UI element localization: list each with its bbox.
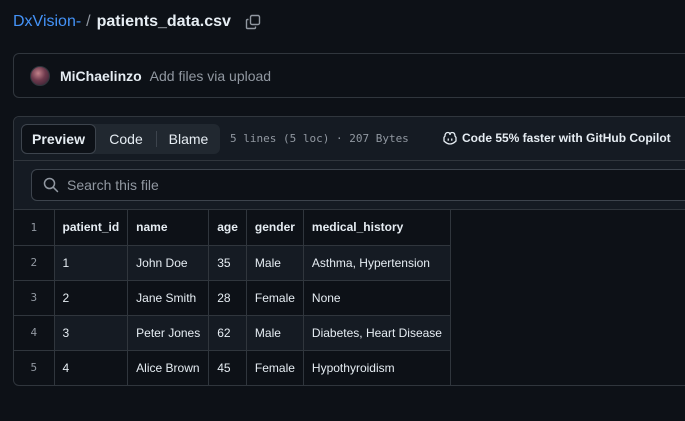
column-header: name [127, 210, 210, 246]
breadcrumb-separator: / [86, 13, 91, 30]
table-cell: Male [245, 314, 304, 351]
tab-code[interactable]: Code [96, 131, 157, 147]
search-box [31, 169, 685, 201]
table-cell: 45 [208, 349, 247, 385]
line-number[interactable]: 2 [14, 244, 55, 281]
table-cell: Diabetes, Heart Disease [302, 314, 451, 351]
search-input[interactable] [67, 177, 667, 193]
table-cell: Jane Smith [127, 279, 210, 316]
table-cell: 28 [208, 279, 247, 316]
search-bar [14, 161, 685, 210]
table-cell: Male [245, 244, 304, 281]
file-meta: 5 lines (5 loc) · 207 Bytes [230, 132, 409, 145]
commit-message[interactable]: Add files via upload [150, 68, 271, 84]
tab-preview[interactable]: Preview [21, 124, 96, 154]
table-cell: Peter Jones [127, 314, 210, 351]
repo-link[interactable]: DxVision- [13, 13, 81, 31]
line-number[interactable]: 5 [14, 349, 55, 385]
line-number[interactable]: 3 [14, 279, 55, 316]
breadcrumb: DxVision- / patients_data.csv [13, 11, 262, 33]
table-row: 2 1 John Doe 35 Male Asthma, Hypertensio… [14, 244, 451, 281]
avatar[interactable] [30, 65, 50, 86]
tab-blame[interactable]: Blame [157, 124, 220, 154]
column-header: medical_history [302, 210, 451, 246]
copy-path-button[interactable] [244, 13, 262, 31]
view-mode-switch: Preview Code Blame [21, 124, 220, 154]
column-header: age [208, 210, 247, 246]
search-icon [43, 177, 59, 193]
table-cell: None [302, 279, 451, 316]
table-cell: 1 [53, 244, 129, 281]
file-viewer: Preview Code Blame 5 lines (5 loc) · 207… [13, 116, 685, 386]
column-header: patient_id [53, 210, 129, 246]
table-cell: Female [245, 279, 304, 316]
copilot-text: Code 55% faster with GitHub Copilot [462, 131, 671, 145]
table-cell: 2 [53, 279, 129, 316]
commit-author[interactable]: MiChaelinzo [60, 68, 142, 84]
latest-commit-bar: MiChaelinzo Add files via upload [13, 53, 685, 98]
file-name: patients_data.csv [96, 13, 231, 30]
table-cell: Female [245, 349, 304, 385]
line-number[interactable]: 1 [14, 210, 55, 246]
table-cell: Alice Brown [127, 349, 210, 385]
copy-icon [245, 14, 261, 30]
table-cell: 4 [53, 349, 129, 385]
table-cell: 62 [208, 314, 247, 351]
table-cell: 3 [53, 314, 129, 351]
csv-table: 1 patient_id name age gender medical_his… [14, 210, 451, 385]
table-header-row: 1 patient_id name age gender medical_his… [14, 210, 451, 246]
table-cell: Asthma, Hypertension [302, 244, 451, 281]
copilot-link[interactable]: Code 55% faster with GitHub Copilot [442, 130, 671, 146]
table-cell: John Doe [127, 244, 210, 281]
column-header: gender [245, 210, 304, 246]
table-row: 3 2 Jane Smith 28 Female None [14, 279, 451, 316]
table-cell: Hypothyroidism [302, 349, 451, 385]
table-row: 4 3 Peter Jones 62 Male Diabetes, Heart … [14, 314, 451, 351]
file-header: Preview Code Blame 5 lines (5 loc) · 207… [14, 117, 685, 161]
table-cell: 35 [208, 244, 247, 281]
copilot-icon [442, 130, 458, 146]
table-row: 5 4 Alice Brown 45 Female Hypothyroidism [14, 349, 451, 385]
line-number[interactable]: 4 [14, 314, 55, 351]
